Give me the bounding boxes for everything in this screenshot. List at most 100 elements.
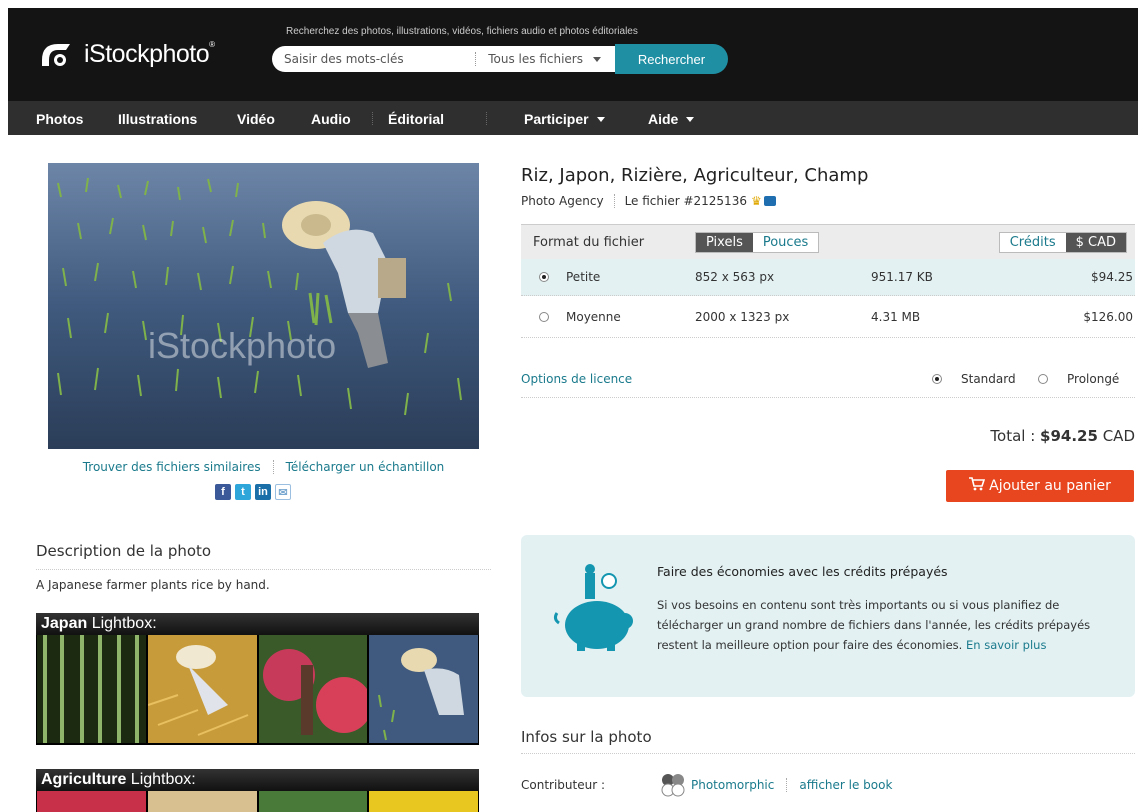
unit-inches-button[interactable]: Pouces xyxy=(752,232,819,252)
contributor-avatar xyxy=(661,773,685,797)
total-amount: $94.25 xyxy=(1040,427,1098,445)
photo-links: Trouver des fichiers similaires Téléchar… xyxy=(48,460,479,474)
photo-info-heading: Infos sur la photo xyxy=(521,728,1135,754)
lightbox-thumb[interactable] xyxy=(147,791,257,812)
lightbox-thumb[interactable] xyxy=(369,635,478,747)
licence-extended-radio[interactable] xyxy=(1038,373,1048,384)
format-row-medium[interactable]: Moyenne 2000 x 1323 px 4.31 MB $126.00 xyxy=(521,296,1135,338)
watermark-text: iStockphoto xyxy=(148,325,336,366)
nav-help-label: Aide xyxy=(648,111,679,127)
total-label: Total : xyxy=(990,427,1041,445)
size-price: $94.25 xyxy=(1091,270,1133,284)
licence-row: Options de licence Standard Prolongé xyxy=(521,360,1135,398)
contributor-row: Contributeur : Photomorphic afficher le … xyxy=(521,773,1135,797)
camera-icon xyxy=(763,196,776,206)
facebook-icon[interactable]: f xyxy=(215,484,231,500)
add-to-cart-label: Ajouter au panier xyxy=(989,478,1111,494)
istock-logo-icon xyxy=(38,38,76,70)
contributor-link[interactable]: Photomorphic xyxy=(691,778,774,792)
total-currency: CAD xyxy=(1097,427,1135,445)
promo-heading: Faire des économies avec les crédits pré… xyxy=(657,564,948,579)
nav-help[interactable]: Aide xyxy=(648,111,695,127)
description-text: A Japanese farmer plants rice by hand. xyxy=(36,578,270,592)
description-heading: Description de la photo xyxy=(36,542,491,570)
lightbox-title: Agriculture Lightbox: xyxy=(36,769,479,791)
cart-icon xyxy=(969,477,986,495)
currency-cad-button[interactable]: $ CAD xyxy=(1065,232,1126,252)
find-similar-link[interactable]: Trouver des fichiers similaires xyxy=(83,460,261,474)
top-header: iStockphoto® Recherchez des photos, illu… xyxy=(8,8,1138,101)
twitter-icon[interactable]: t xyxy=(235,484,251,500)
order-total: Total : $94.25 CAD xyxy=(990,427,1135,445)
format-table-header: Format du fichier Pixels Pouces Crédits … xyxy=(521,224,1135,259)
promo-body: Si vos besoins en contenu sont très impo… xyxy=(657,595,1097,655)
licence-standard-radio[interactable] xyxy=(932,373,942,384)
add-to-cart-button[interactable]: Ajouter au panier xyxy=(946,470,1134,502)
file-id: Le fichier #2125136 xyxy=(624,194,747,208)
learn-more-link[interactable]: En savoir plus xyxy=(966,638,1046,652)
lightbox-agriculture[interactable]: Agriculture Lightbox: xyxy=(36,769,479,812)
meta-divider xyxy=(613,194,615,208)
lightbox-title: Japan Lightbox: xyxy=(36,613,479,635)
format-table: Format du fichier Pixels Pouces Crédits … xyxy=(521,224,1135,338)
size-dimensions: 852 x 563 px xyxy=(695,270,775,284)
size-radio[interactable] xyxy=(539,272,549,282)
nav-participate[interactable]: Participer xyxy=(524,111,605,127)
search-bar: Tous les fichiers xyxy=(272,46,617,72)
nav-participate-label: Participer xyxy=(524,111,589,127)
unit-pixels-button[interactable]: Pixels xyxy=(696,232,753,252)
download-sample-link[interactable]: Télécharger un échantillon xyxy=(286,460,445,474)
format-row-small[interactable]: Petite 852 x 563 px 951.17 KB $94.25 xyxy=(521,259,1135,296)
email-icon[interactable]: ✉ xyxy=(275,484,291,500)
file-meta: Photo Agency Le fichier #2125136 ♛ xyxy=(521,194,776,208)
lightbox-thumb[interactable] xyxy=(258,791,368,812)
social-share: f t in ✉ xyxy=(215,484,291,500)
lightbox-thumb[interactable] xyxy=(37,635,146,747)
nav-audio[interactable]: Audio xyxy=(311,111,351,127)
nav-editorial[interactable]: Éditorial xyxy=(388,111,444,127)
lightbox-japan[interactable]: Japan Lightbox: xyxy=(36,613,479,745)
size-radio[interactable] xyxy=(539,311,549,322)
nav-divider xyxy=(372,112,373,125)
licence-extended-label: Prolongé xyxy=(1067,371,1120,386)
search-button[interactable]: Rechercher xyxy=(615,44,728,74)
page-title: Riz, Japon, Rizière, Agriculteur, Champ xyxy=(521,165,869,186)
crown-icon: ♛ xyxy=(750,194,762,208)
size-price: $126.00 xyxy=(1083,309,1133,324)
logo-text: iStockphoto® xyxy=(84,39,215,68)
nav-illustrations[interactable]: Illustrations xyxy=(118,111,197,127)
linkedin-icon[interactable]: in xyxy=(255,484,271,500)
unit-toggle: Pixels Pouces xyxy=(695,231,820,253)
size-dimensions: 2000 x 1323 px xyxy=(695,309,790,324)
currency-toggle: Crédits $ CAD xyxy=(998,231,1127,253)
format-header-label: Format du fichier xyxy=(533,234,645,250)
chevron-down-icon xyxy=(596,116,605,122)
lightbox-thumbnails xyxy=(36,635,479,747)
nav-video[interactable]: Vidéo xyxy=(237,111,275,127)
nav-divider xyxy=(486,112,487,125)
search-input[interactable] xyxy=(272,46,476,72)
size-file-size: 4.31 MB xyxy=(871,309,921,324)
credits-promo: Faire des économies avec les crédits pré… xyxy=(521,535,1135,697)
search-hint: Recherchez des photos, illustrations, vi… xyxy=(286,26,638,37)
file-type-select[interactable]: Tous les fichiers xyxy=(476,52,617,66)
chevron-down-icon xyxy=(686,116,695,122)
lightbox-thumb[interactable] xyxy=(147,635,257,747)
size-name: Petite xyxy=(566,270,601,284)
lightbox-thumb[interactable] xyxy=(369,791,478,812)
file-type-value: Tous les fichiers xyxy=(488,52,583,66)
lightbox-thumb[interactable] xyxy=(258,635,368,747)
size-name: Moyenne xyxy=(566,309,621,324)
main-photo[interactable]: iStockphoto xyxy=(48,163,479,449)
nav-photos[interactable]: Photos xyxy=(36,111,83,127)
main-nav: Photos Illustrations Vidéo Audio Éditori… xyxy=(8,101,1138,135)
site-logo[interactable]: iStockphoto® xyxy=(38,38,215,70)
licence-standard-label: Standard xyxy=(961,371,1016,386)
chevron-down-icon xyxy=(593,56,601,62)
agency-name: Photo Agency xyxy=(521,194,604,208)
lightbox-thumb[interactable] xyxy=(37,791,146,812)
piggy-bank-icon xyxy=(551,563,635,659)
licence-options-link[interactable]: Options de licence xyxy=(521,372,632,386)
currency-credits-button[interactable]: Crédits xyxy=(999,232,1066,252)
portfolio-link[interactable]: afficher le book xyxy=(799,778,892,792)
